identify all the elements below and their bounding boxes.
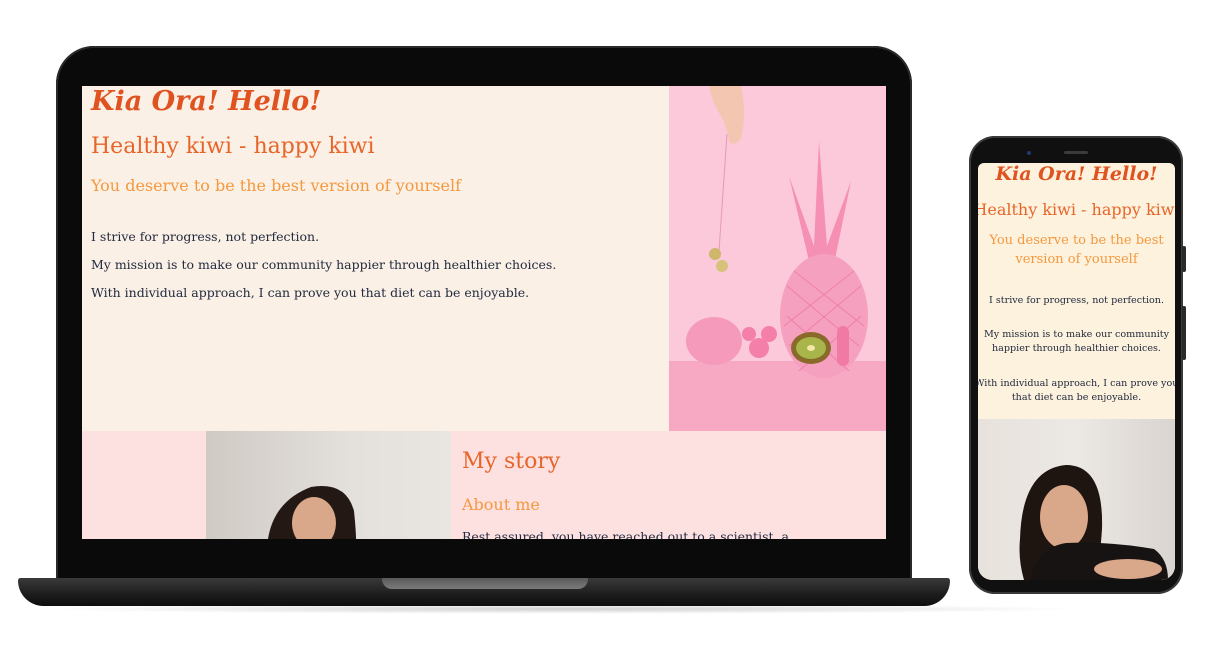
hero-section: Kia Ora! Hello! Healthy kiwi - happy kiw… xyxy=(82,86,669,431)
phone-side-button xyxy=(1182,246,1186,272)
hero-paragraph: My mission is to make our community happ… xyxy=(91,257,557,272)
portrait-illustration xyxy=(268,486,356,539)
phone-speaker xyxy=(1064,151,1088,154)
portrait-illustration xyxy=(1019,465,1168,580)
portrait-photo xyxy=(206,431,451,539)
laptop-screen: Kia Ora! Hello! Healthy kiwi - happy kiw… xyxy=(82,86,886,539)
hero-subheading: You deserve to be the best version of yo… xyxy=(989,233,1164,267)
hero-paragraph: I strive for progress, not perfection. xyxy=(988,295,1165,306)
hero-paragraph: With individual approach, I can prove yo… xyxy=(91,285,530,300)
hero-heading: Healthy kiwi - happy kiwi xyxy=(978,200,1175,219)
portrait-photo xyxy=(978,419,1175,580)
laptop-hinge-notch xyxy=(382,578,588,589)
story-intro-text: Rest assured, you have reached out to a … xyxy=(462,529,789,539)
hero-paragraph: With individual approach, I can prove yo… xyxy=(978,378,1175,403)
hero-heading: Healthy kiwi - happy kiwi xyxy=(91,134,375,159)
phone-volume-button xyxy=(1182,306,1186,360)
pink-pineapple-photo xyxy=(669,86,886,431)
phone-screen: Kia Ora! Hello! Healthy kiwi - happy kiw… xyxy=(978,163,1175,580)
hero-paragraph: My mission is to make our community happ… xyxy=(983,329,1170,354)
story-heading: My story xyxy=(462,449,561,474)
greeting-title: Kia Ora! Hello! xyxy=(995,163,1158,185)
phone-camera xyxy=(1027,151,1031,155)
about-heading: About me xyxy=(462,495,540,514)
hero-subheading: You deserve to be the best version of yo… xyxy=(91,176,461,195)
pineapple-illustration xyxy=(669,86,886,431)
greeting-title: Kia Ora! Hello! xyxy=(91,86,322,117)
hero-paragraph: I strive for progress, not perfection. xyxy=(91,229,320,244)
story-section: My story About me Rest assured, you have… xyxy=(82,431,886,539)
